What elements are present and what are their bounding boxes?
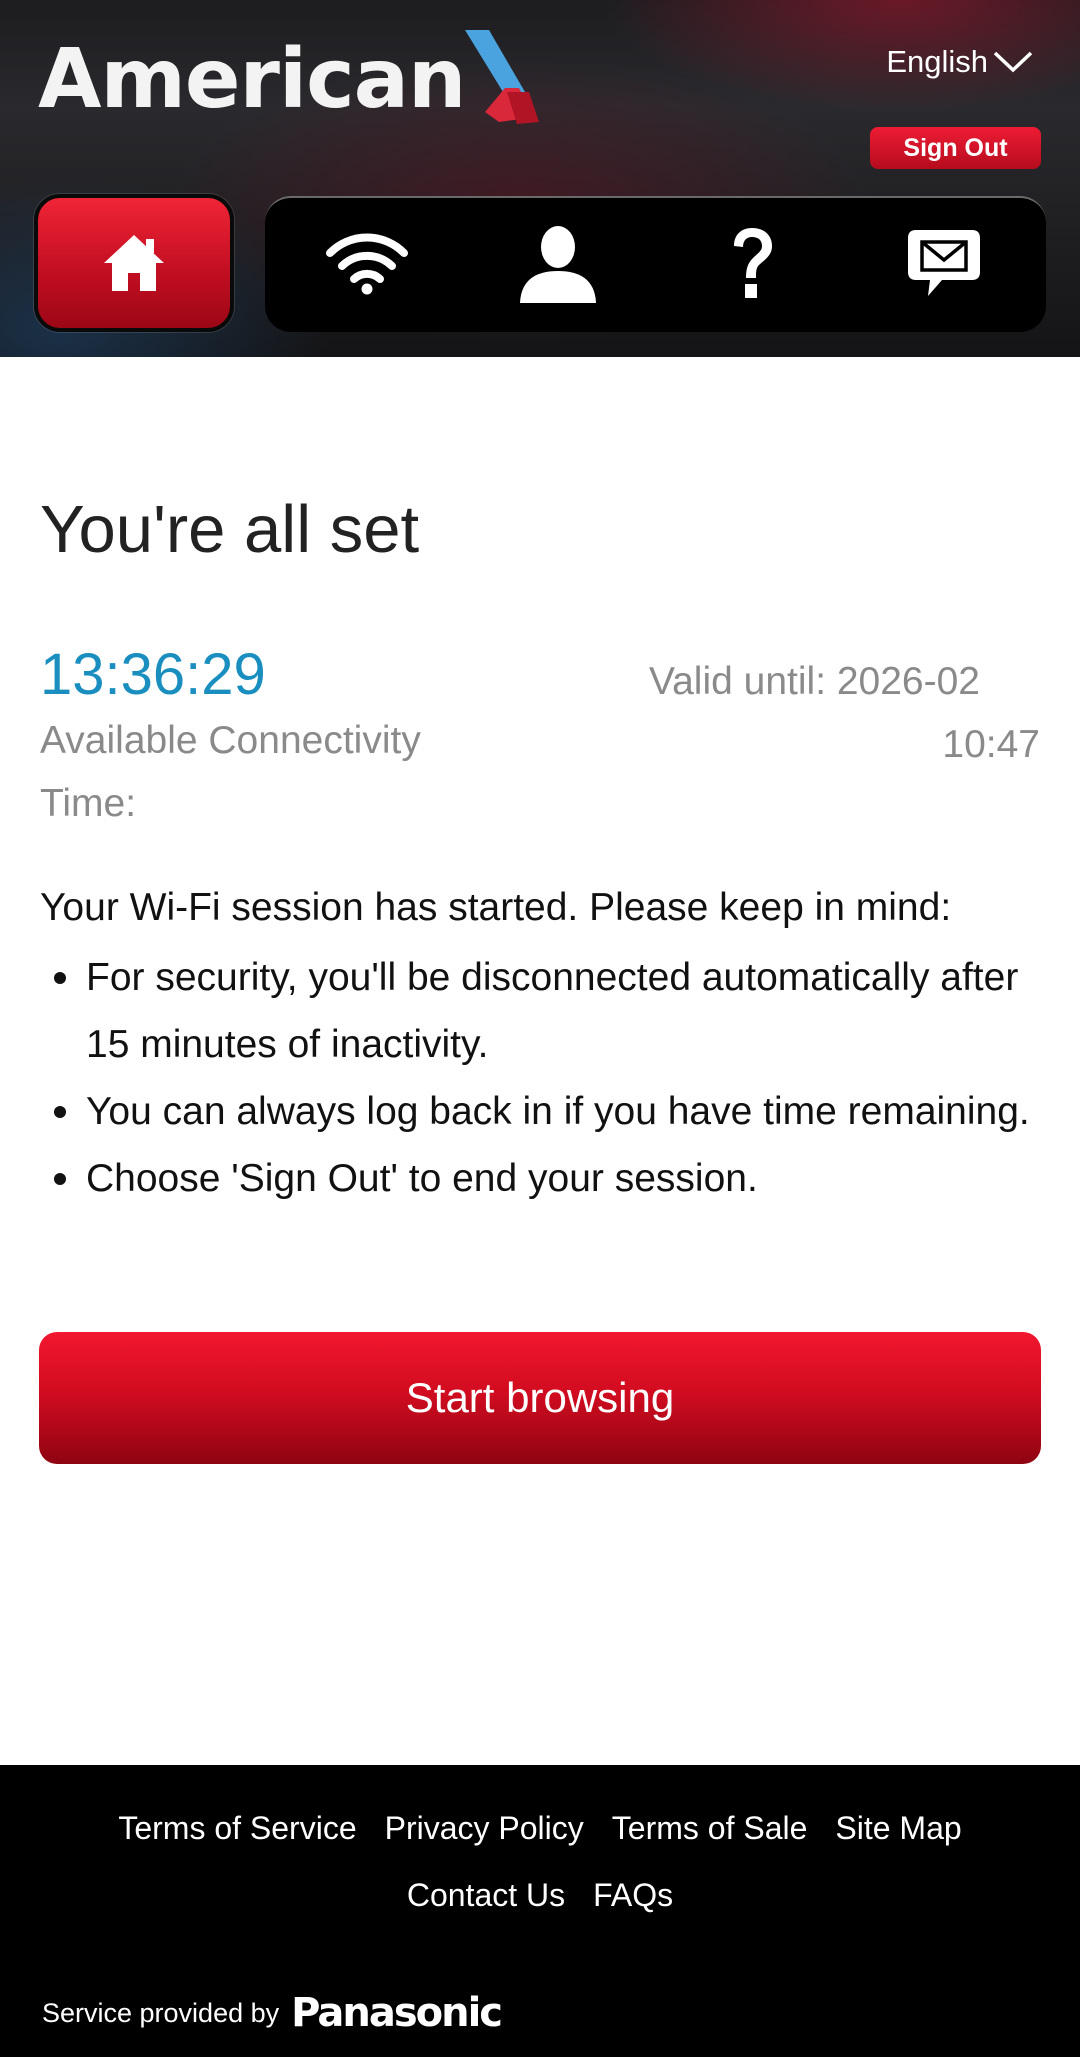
message-icon [908,230,980,296]
footer-link-contact-us[interactable]: Contact Us [407,1862,565,1929]
footer-link-site-map[interactable]: Site Map [835,1795,961,1862]
valid-until: Valid until: 2026-02 10:47 [600,650,1040,776]
list-item: You can always log back in if you have t… [40,1078,1050,1145]
sign-out-button[interactable]: Sign Out [870,127,1041,169]
nav-help-button[interactable] [692,198,812,330]
nav-bar [265,196,1046,332]
available-time-label: Available Connectivity Time: [40,719,421,825]
chevron-down-icon [993,51,1033,73]
nav-wifi-button[interactable] [307,198,427,330]
footer-link-terms-of-sale[interactable]: Terms of Sale [612,1795,808,1862]
footer-link-faqs[interactable]: FAQs [593,1862,673,1929]
header: American English Sign Out [0,0,1080,357]
home-icon [104,235,164,291]
start-browsing-button[interactable]: Start browsing [39,1332,1041,1464]
session-intro-text: Your Wi-Fi session has started. Please k… [40,886,952,929]
footer-link-terms-of-service[interactable]: Terms of Service [118,1795,356,1862]
help-icon [734,228,772,298]
wifi-icon [326,233,408,295]
user-icon [520,226,596,303]
footer-links: Terms of Service Privacy Policy Terms of S… [0,1795,1080,1929]
session-notes-list: For security, you'll be disconnected aut… [40,944,1050,1212]
remaining-time: 13:36:29 [40,642,266,707]
logo-text: American [38,32,466,127]
footer-link-privacy-policy[interactable]: Privacy Policy [385,1795,584,1862]
american-airlines-logo[interactable]: American [38,30,549,130]
nav-contact-button[interactable] [884,198,1004,330]
valid-until-label: Valid until: 2026-02 [648,660,980,703]
nav-account-button[interactable] [498,198,618,330]
valid-until-time: 10:47 [942,723,1040,766]
service-provider: Service provided by Panasonic [42,1990,503,2036]
provided-by-text: Service provided by [42,1997,280,2028]
list-item-text: Choose 'Sign Out' to end your session. [86,1157,758,1200]
language-label: English [886,44,988,79]
language-selector[interactable]: English [886,44,1034,80]
footer: Terms of Service Privacy Policy Terms of S… [0,1765,1080,2057]
page-title: You're all set [40,492,420,567]
list-item-text: For security, you'll be disconnected aut… [86,956,1019,1066]
nav-home-button[interactable] [34,194,234,332]
flight-symbol-icon [459,30,549,130]
list-item: Choose 'Sign Out' to end your session. [40,1145,1050,1212]
panasonic-logo: Panasonic [291,1990,503,2036]
list-item: For security, you'll be disconnected aut… [40,944,1050,1078]
list-item-text: You can always log back in if you have t… [86,1090,1030,1133]
